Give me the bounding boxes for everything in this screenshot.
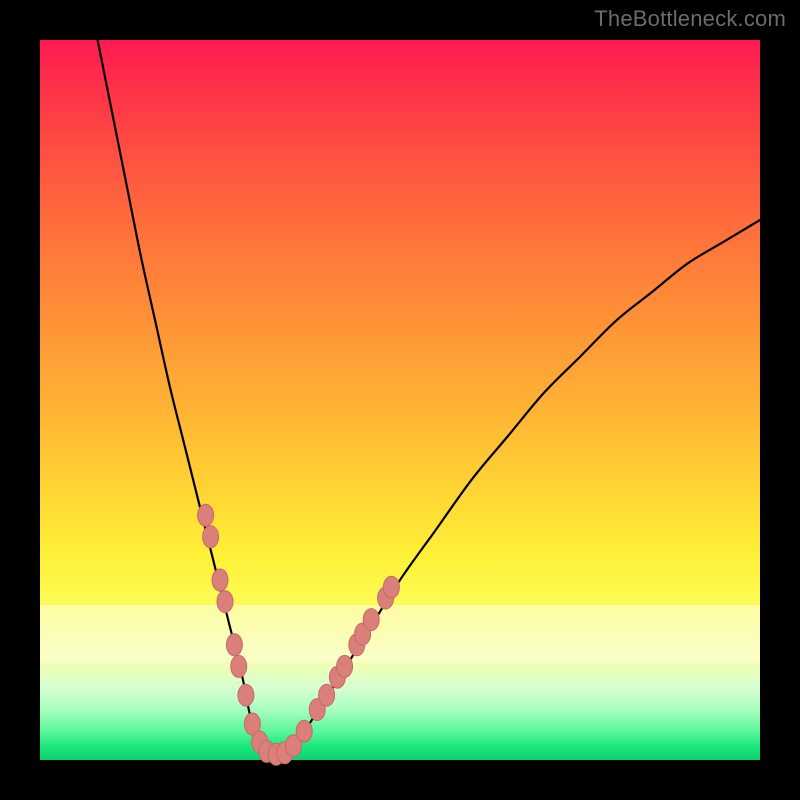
data-marker: [203, 526, 219, 548]
data-marker: [217, 591, 233, 613]
watermark-text: TheBottleneck.com: [594, 6, 786, 32]
bottleneck-curve: [98, 40, 760, 760]
data-marker: [231, 655, 247, 677]
curve-layer: [40, 40, 760, 760]
data-markers: [198, 504, 400, 765]
data-marker: [383, 576, 399, 598]
data-marker: [337, 655, 353, 677]
data-marker: [296, 720, 312, 742]
data-marker: [363, 609, 379, 631]
data-marker: [319, 684, 335, 706]
chart-frame: TheBottleneck.com: [0, 0, 800, 800]
data-marker: [212, 569, 228, 591]
data-marker: [198, 504, 214, 526]
data-marker: [238, 684, 254, 706]
data-marker: [226, 634, 242, 656]
